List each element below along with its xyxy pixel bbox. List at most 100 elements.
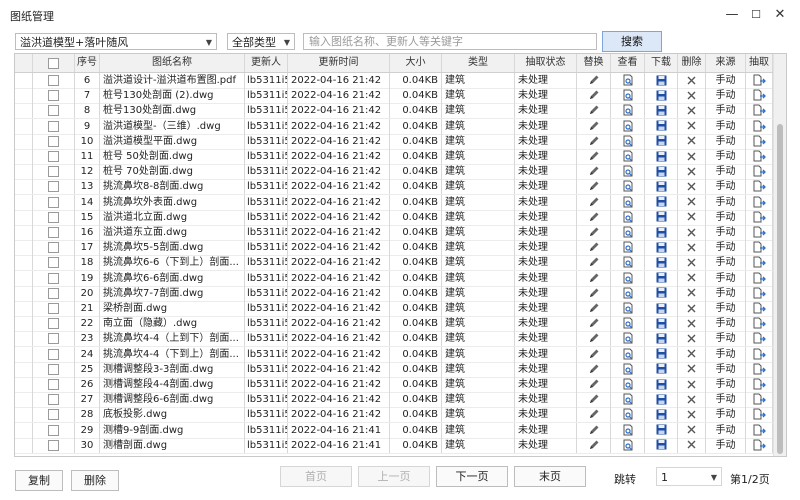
extract-button[interactable] (746, 316, 773, 332)
table-row[interactable]: 22 南立面（隐藏）.dwg lb5311i5 2022-04-16 21:42 0.0… (15, 316, 773, 333)
download-button[interactable] (645, 209, 678, 225)
extract-button[interactable] (746, 331, 773, 347)
replace-button[interactable] (577, 422, 611, 438)
row-checkbox[interactable] (48, 303, 59, 314)
extract-button[interactable] (746, 149, 773, 164)
header-user[interactable]: 更新人 (245, 54, 288, 72)
row-checkbox[interactable] (48, 379, 59, 390)
row-checkbox[interactable] (48, 75, 59, 86)
delete-row-button[interactable] (678, 407, 706, 423)
download-button[interactable] (645, 179, 678, 195)
project-select[interactable]: 溢洪道模型+落叶随风 ▼ (15, 33, 217, 50)
row-checkbox[interactable] (48, 394, 59, 406)
download-button[interactable] (645, 361, 678, 377)
extract-button[interactable] (746, 301, 773, 316)
view-button[interactable] (611, 407, 645, 423)
close-button[interactable]: ✕ (770, 5, 790, 25)
view-button[interactable] (611, 422, 645, 438)
scrollbar-thumb[interactable] (777, 124, 783, 454)
replace-button[interactable] (577, 149, 611, 164)
extract-button[interactable] (746, 179, 773, 195)
download-button[interactable] (645, 225, 678, 240)
delete-row-button[interactable] (678, 73, 706, 88)
table-row[interactable]: 27 测槽调整段6-6剖面.dwg lb5311i5 2022-04-16 21:42… (15, 392, 773, 409)
download-button[interactable] (645, 377, 678, 392)
table-row[interactable]: 26 测槽调整段4-4剖面.dwg lb5311i5 2022-04-16 21:42… (15, 377, 773, 393)
download-button[interactable] (645, 331, 678, 347)
replace-button[interactable] (577, 103, 611, 119)
page-select[interactable]: 1 ▼ (656, 467, 722, 486)
view-button[interactable] (611, 164, 645, 180)
delete-row-button[interactable] (678, 164, 706, 180)
download-button[interactable] (645, 422, 678, 438)
view-button[interactable] (611, 270, 645, 286)
view-button[interactable] (611, 240, 645, 256)
table-row[interactable]: 6 溢洪道设计-溢洪道布置图.pdf lb5311i5 2022-04-16 21:4… (15, 73, 773, 89)
extract-button[interactable] (746, 255, 773, 271)
extract-button[interactable] (746, 133, 773, 149)
table-row[interactable]: 23 挑流鼻坎4-4（上到下）剖面... lb5311i5 2022-04-16 21… (15, 331, 773, 348)
row-checkbox[interactable] (48, 409, 59, 421)
view-button[interactable] (611, 437, 645, 453)
extract-button[interactable] (746, 346, 773, 362)
download-button[interactable] (645, 392, 678, 408)
view-button[interactable] (611, 133, 645, 149)
row-checkbox[interactable] (48, 348, 59, 360)
table-row[interactable]: 7 桩号130处剖面 (2).dwg lb5311i5 2022-04-16 21:4… (15, 88, 773, 105)
row-checkbox[interactable] (48, 211, 59, 223)
row-checkbox[interactable] (48, 272, 59, 284)
view-button[interactable] (611, 361, 645, 377)
extract-button[interactable] (746, 377, 773, 392)
delete-row-button[interactable] (678, 285, 706, 301)
replace-button[interactable] (577, 209, 611, 225)
extract-button[interactable] (746, 361, 773, 377)
delete-row-button[interactable] (678, 316, 706, 332)
row-checkbox[interactable] (48, 135, 59, 147)
download-button[interactable] (645, 240, 678, 256)
replace-button[interactable] (577, 73, 611, 88)
delete-row-button[interactable] (678, 255, 706, 271)
row-checkbox[interactable] (48, 424, 59, 436)
extract-button[interactable] (746, 103, 773, 119)
table-row[interactable]: 21 梁桥剖面.dwg lb5311i5 2022-04-16 21:42 0.04KB… (15, 301, 773, 317)
replace-button[interactable] (577, 331, 611, 347)
replace-button[interactable] (577, 118, 611, 134)
header-seq[interactable]: 序号 (75, 54, 100, 72)
extract-button[interactable] (746, 285, 773, 301)
table-row[interactable]: 8 桩号130处剖面.dwg lb5311i5 2022-04-16 21:42 0.0… (15, 103, 773, 120)
download-button[interactable] (645, 103, 678, 119)
delete-row-button[interactable] (678, 240, 706, 256)
replace-button[interactable] (577, 240, 611, 256)
replace-button[interactable] (577, 270, 611, 286)
view-button[interactable] (611, 179, 645, 195)
extract-button[interactable] (746, 437, 773, 453)
extract-button[interactable] (746, 407, 773, 423)
view-button[interactable] (611, 285, 645, 301)
delete-row-button[interactable] (678, 194, 706, 210)
delete-row-button[interactable] (678, 179, 706, 195)
view-button[interactable] (611, 392, 645, 408)
delete-row-button[interactable] (678, 392, 706, 408)
delete-row-button[interactable] (678, 331, 706, 347)
row-checkbox[interactable] (48, 105, 59, 117)
delete-row-button[interactable] (678, 209, 706, 225)
row-checkbox[interactable] (48, 181, 59, 193)
view-button[interactable] (611, 149, 645, 164)
download-button[interactable] (645, 270, 678, 286)
table-row[interactable]: 13 挑流鼻坎8-8剖面.dwg lb5311i5 2022-04-16 21:42 0… (15, 179, 773, 196)
table-row[interactable]: 19 挑流鼻坎6-6剖面.dwg lb5311i5 2022-04-16 21:42 0… (15, 270, 773, 287)
table-row[interactable]: 20 挑流鼻坎7-7剖面.dwg lb5311i5 2022-04-16 21:42 0… (15, 285, 773, 302)
download-button[interactable] (645, 255, 678, 271)
view-button[interactable] (611, 331, 645, 347)
row-checkbox[interactable] (48, 151, 59, 162)
table-row[interactable]: 16 溢洪道东立面.dwg lb5311i5 2022-04-16 21:42 0.04… (15, 225, 773, 241)
extract-button[interactable] (746, 240, 773, 256)
download-button[interactable] (645, 164, 678, 180)
view-button[interactable] (611, 209, 645, 225)
table-row[interactable]: 17 挑流鼻坎5-5剖面.dwg lb5311i5 2022-04-16 21:42 0… (15, 240, 773, 257)
prev-page-button[interactable]: 上一页 (358, 466, 430, 487)
delete-row-button[interactable] (678, 118, 706, 134)
view-button[interactable] (611, 73, 645, 88)
row-checkbox[interactable] (48, 318, 59, 330)
view-button[interactable] (611, 103, 645, 119)
